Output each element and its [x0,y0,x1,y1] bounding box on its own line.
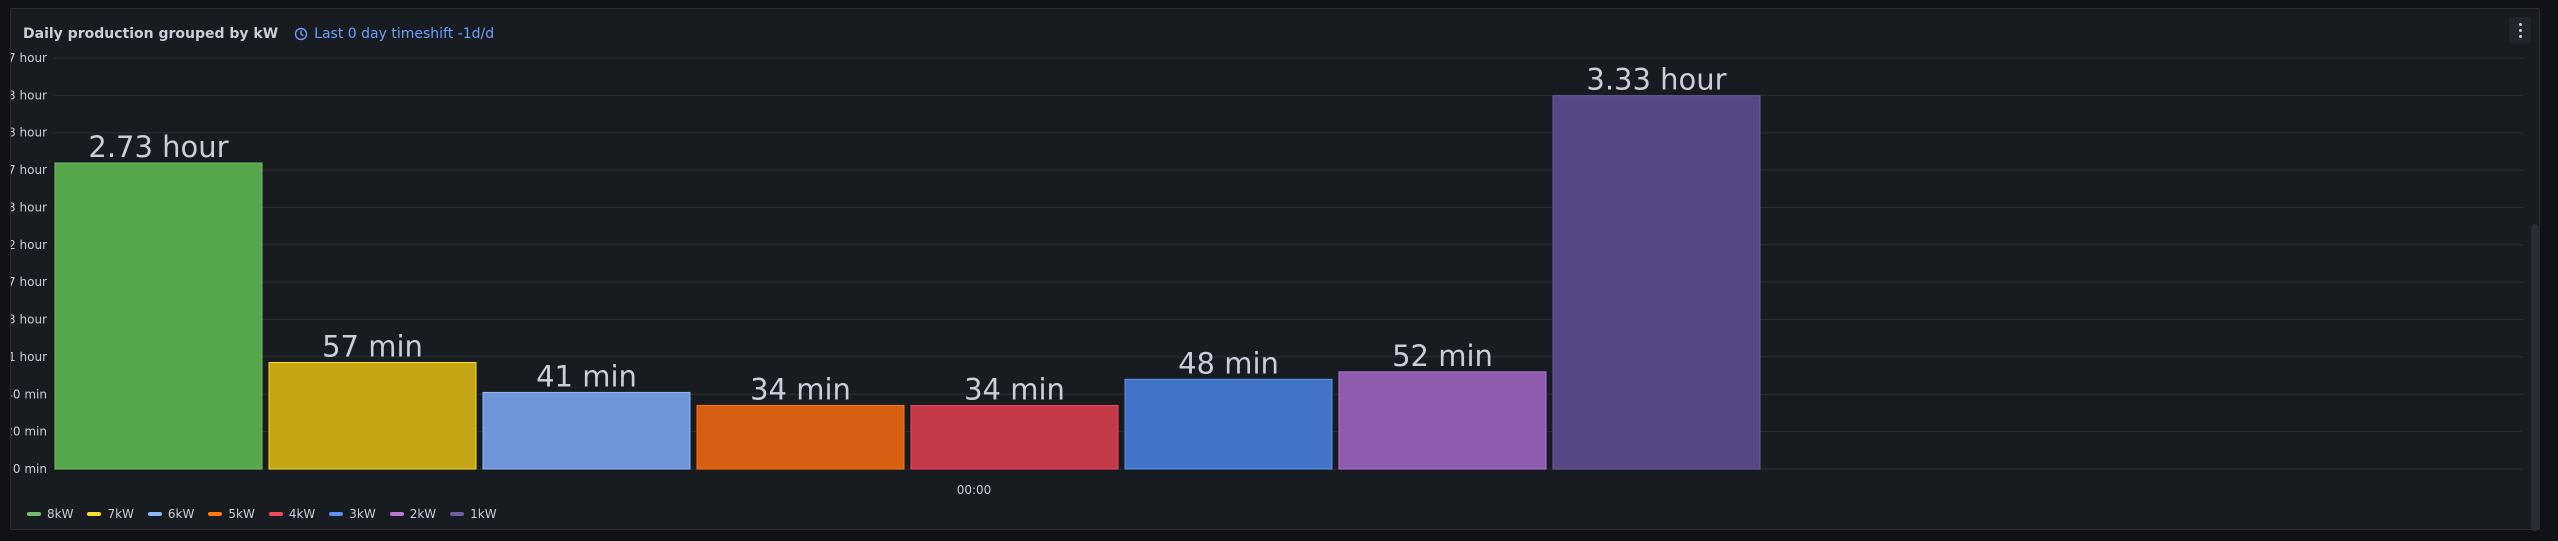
legend-swatch [147,512,162,516]
bar-value-label: 34 min [750,372,851,406]
legend-item-8kW[interactable]: 8kW [27,507,73,521]
bar-value-label: 52 min [1392,339,1493,373]
y-tick-label: 2 hour [11,238,47,252]
legend-label: 8kW [47,507,74,521]
legend-swatch [329,512,344,516]
legend-label: 3kW [349,507,376,521]
legend-label: 2kW [409,507,437,521]
x-tick-label: 00:00 [957,483,992,497]
bar-value-label: 48 min [1178,346,1279,380]
legend-item-7kW[interactable]: 7kW [87,507,134,521]
y-tick-label: 20 min [11,425,47,439]
legend-item-2kW[interactable]: 2kW [389,507,437,521]
y-tick-label: 1.67 hour [11,275,47,289]
legend-label: 1kW [470,507,497,521]
chart-legend: 8kW 7kW 6kW 5kW 4kW 3kW 2kW 1kW [27,507,497,521]
bar-3kW [1124,378,1333,470]
legend-item-4kW[interactable]: 4kW [268,507,316,521]
legend-swatch [450,512,465,516]
chart-panel: Daily production grouped by kW Last 0 da… [10,8,2540,531]
legend-swatch [389,512,404,516]
legend-label: 4kW [288,507,316,521]
y-tick-label: 3.67 hour [11,51,47,65]
legend-swatch [27,512,41,516]
bar-7kW [268,362,477,470]
legend-swatch [87,512,102,516]
bar-6kW [482,391,691,470]
bar-8kW [54,162,263,470]
legend-label: 5kW [228,507,255,521]
y-tick-label: 1.33 hour [11,313,47,327]
legend-item-1kW[interactable]: 1kW [450,507,497,521]
legend-item-3kW[interactable]: 3kW [329,507,376,521]
bar-value-label: 34 min [964,372,1065,406]
legend-label: 7kW [107,507,134,521]
y-tick-label: 3 hour [11,126,47,140]
bar-5kW [696,404,905,470]
bar-value-label: 41 min [536,359,637,393]
legend-label: 6kW [167,507,195,521]
bar-4kW [910,404,1119,470]
y-tick-label: 2.67 hour [11,163,47,177]
y-tick-label: 1 hour [11,350,47,364]
legend-swatch [208,512,223,516]
legend-item-6kW[interactable]: 6kW [147,507,195,521]
legend-item-5kW[interactable]: 5kW [208,507,255,521]
bar-1kW [1552,95,1761,470]
y-tick-label: 3.33 hour [11,88,47,102]
y-tick-label: 0 min [13,462,47,476]
bar-chart: 0 min 20 min 40 min 1 hour 1.33 hour 1.67 hou… [11,51,2523,497]
y-tick-label: 2.33 hour [11,200,47,214]
bar-value-label: 2.73 hour [88,130,228,164]
legend-swatch [268,512,283,516]
y-tick-label: 40 min [11,387,47,401]
bar-value-label: 3.33 hour [1586,63,1726,97]
bar-value-label: 57 min [322,330,423,364]
bar-2kW [1338,371,1547,470]
